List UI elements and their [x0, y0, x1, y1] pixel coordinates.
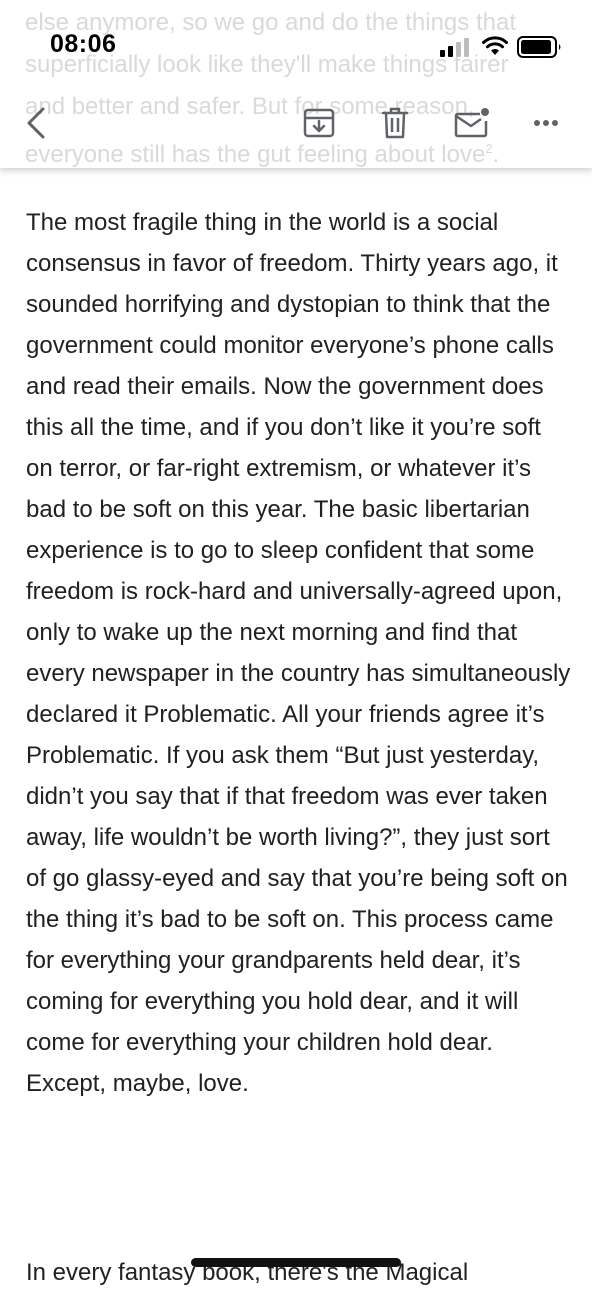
status-bar: 08:06	[0, 0, 592, 90]
archive-icon	[303, 108, 335, 138]
email-toolbar	[0, 95, 592, 155]
ellipsis-icon	[534, 120, 558, 126]
trash-icon	[381, 107, 409, 139]
top-overlay: else anymore, so we go and do the things…	[0, 0, 592, 168]
envelope-unread-icon	[454, 108, 489, 138]
back-button[interactable]	[10, 95, 62, 151]
wifi-icon	[482, 36, 508, 55]
email-body-paragraph: The most fragile thing in the world is a…	[26, 209, 571, 1097]
archive-button[interactable]	[293, 95, 345, 151]
battery-icon	[517, 36, 561, 58]
delete-button[interactable]	[369, 95, 421, 151]
cellular-signal-icon	[440, 38, 469, 57]
status-time: 08:06	[50, 30, 117, 58]
chevron-left-icon	[27, 107, 45, 139]
mark-unread-button[interactable]	[446, 95, 498, 151]
more-options-button[interactable]	[520, 95, 572, 151]
home-indicator[interactable]	[191, 1258, 401, 1267]
